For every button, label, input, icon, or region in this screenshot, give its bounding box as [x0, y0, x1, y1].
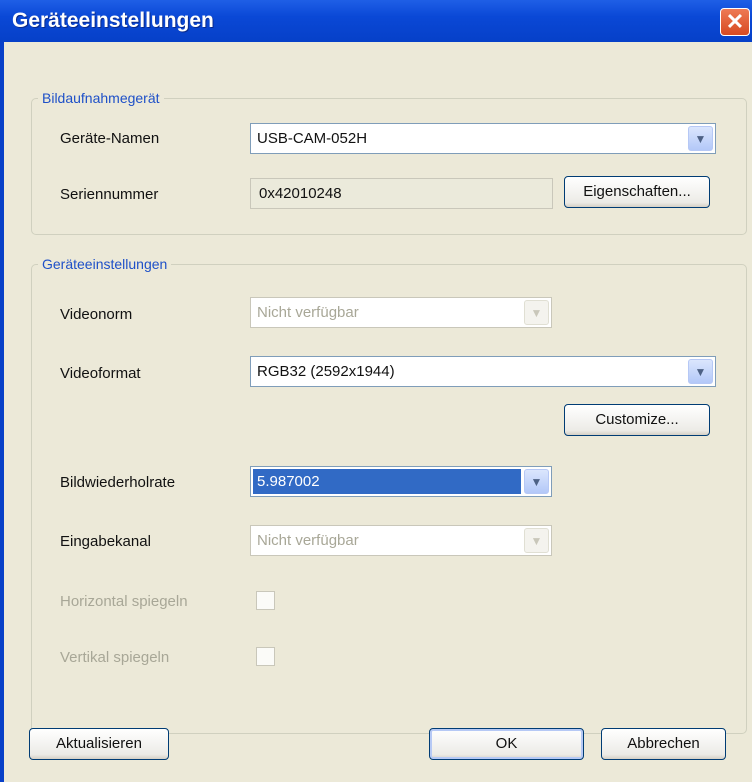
framerate-value: 5.987002: [253, 469, 521, 494]
input-channel-value: Nicht verfügbar: [257, 532, 359, 549]
ok-button[interactable]: OK: [429, 728, 584, 760]
chevron-down-icon[interactable]: ▼: [688, 126, 713, 151]
videoformat-value: RGB32 (2592x1944): [257, 363, 395, 380]
videoformat-label: Videoformat: [60, 365, 141, 382]
device-settings-legend: Geräteeinstellungen: [38, 256, 172, 272]
capture-device-group: [31, 98, 747, 235]
flip-horizontal-label: Horizontal spiegeln: [60, 593, 188, 610]
videonorm-combo[interactable]: Nicht verfügbar ▼: [250, 297, 552, 328]
chevron-down-icon[interactable]: ▼: [524, 469, 549, 494]
serial-label: Seriennummer: [60, 186, 159, 203]
videoformat-combo[interactable]: RGB32 (2592x1944) ▼: [250, 356, 716, 387]
chevron-down-icon[interactable]: ▼: [688, 359, 713, 384]
cancel-button[interactable]: Abbrechen: [601, 728, 726, 760]
customize-button[interactable]: Customize...: [564, 404, 710, 436]
close-icon[interactable]: ✕: [720, 8, 750, 36]
videonorm-value: Nicht verfügbar: [257, 304, 359, 321]
videonorm-label: Videonorm: [60, 306, 133, 323]
flip-vertical-checkbox[interactable]: [256, 647, 275, 666]
input-channel-combo[interactable]: Nicht verfügbar ▼: [250, 525, 552, 556]
framerate-combo[interactable]: 5.987002 ▼: [250, 466, 552, 497]
capture-device-legend: Bildaufnahmegerät: [38, 90, 164, 106]
properties-button[interactable]: Eigenschaften...: [564, 176, 710, 208]
flip-vertical-label: Vertikal spiegeln: [60, 649, 170, 666]
refresh-button[interactable]: Aktualisieren: [29, 728, 169, 760]
flip-horizontal-checkbox[interactable]: [256, 591, 275, 610]
device-name-value: USB-CAM-052H: [257, 130, 368, 147]
framerate-label: Bildwiederholrate: [60, 474, 176, 491]
serial-field: 0x42010248: [250, 178, 553, 209]
input-channel-label: Eingabekanal: [60, 533, 151, 550]
title-bar[interactable]: Geräteeinstellungen ✕: [0, 0, 752, 42]
device-name-label: Geräte-Namen: [60, 130, 160, 147]
window-title: Geräteeinstellungen: [12, 9, 214, 32]
chevron-down-icon: ▼: [524, 528, 549, 553]
device-name-combo[interactable]: USB-CAM-052H ▼: [250, 123, 716, 154]
serial-value: 0x42010248: [259, 185, 342, 202]
chevron-down-icon: ▼: [524, 300, 549, 325]
dialog-client: Bildaufnahmegerät Geräte-Namen USB-CAM-0…: [4, 42, 752, 782]
